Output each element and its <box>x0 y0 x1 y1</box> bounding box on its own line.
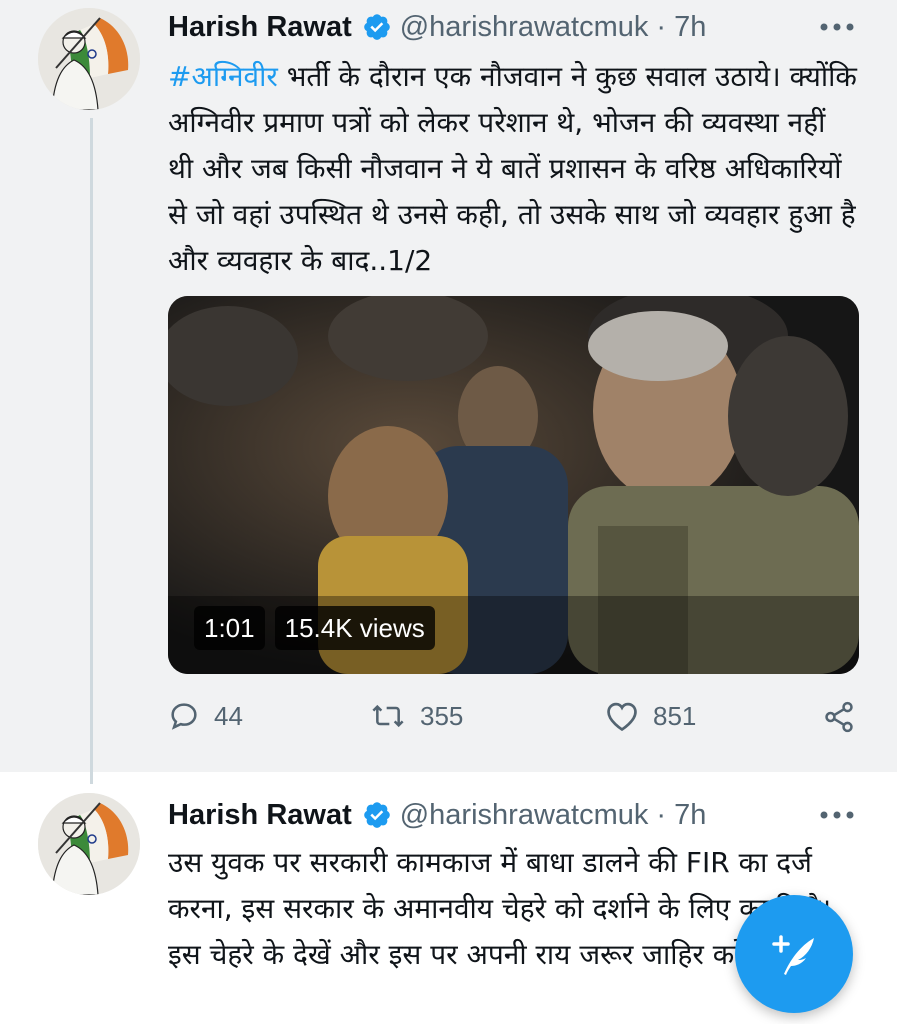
verified-badge-icon <box>362 12 392 42</box>
tweet-header: Harish Rawat @harishrawatcmuk · 7h <box>168 3 706 51</box>
compose-tweet-button[interactable] <box>735 895 853 1013</box>
reply-button[interactable]: 44 <box>168 700 243 732</box>
tweet-1[interactable]: Harish Rawat @harishrawatcmuk · 7h #अग्न… <box>0 0 897 784</box>
author-handle-time[interactable]: @harishrawatcmuk · 7h <box>400 799 707 832</box>
compose-tweet-icon <box>772 935 814 975</box>
like-count: 851 <box>653 700 697 731</box>
share-button[interactable] <box>822 700 856 734</box>
tweet-actions: 44 355 851 <box>168 700 868 748</box>
author-handle-time[interactable]: @harishrawatcmuk · 7h <box>400 11 707 44</box>
author-name[interactable]: Harish Rawat <box>168 11 352 44</box>
video-info-badges: 1:01 15.4K views <box>194 606 435 650</box>
author-name[interactable]: Harish Rawat <box>168 799 352 832</box>
heart-icon <box>607 702 637 732</box>
video-views: 15.4K views <box>274 606 435 650</box>
more-dots-icon[interactable] <box>817 800 857 830</box>
avatar[interactable] <box>38 793 140 895</box>
tweet-text: #अग्निवीर भर्ती के दौरान एक नौजवान ने कु… <box>168 54 858 284</box>
retweet-button[interactable]: 355 <box>370 700 463 732</box>
reply-icon <box>171 703 197 730</box>
thread-connector-line <box>90 118 93 784</box>
video-duration: 1:01 <box>194 606 265 650</box>
share-icon <box>825 701 853 733</box>
reply-count: 44 <box>214 700 243 731</box>
more-dots-icon[interactable] <box>817 12 857 42</box>
retweet-count: 355 <box>420 700 464 731</box>
verified-badge-icon <box>362 800 392 830</box>
avatar[interactable] <box>38 8 140 110</box>
hashtag-link[interactable]: #अग्निवीर <box>168 60 278 93</box>
tweet-header: Harish Rawat @harishrawatcmuk · 7h <box>168 791 706 839</box>
like-button[interactable]: 851 <box>605 700 696 732</box>
retweet-icon <box>372 704 404 728</box>
